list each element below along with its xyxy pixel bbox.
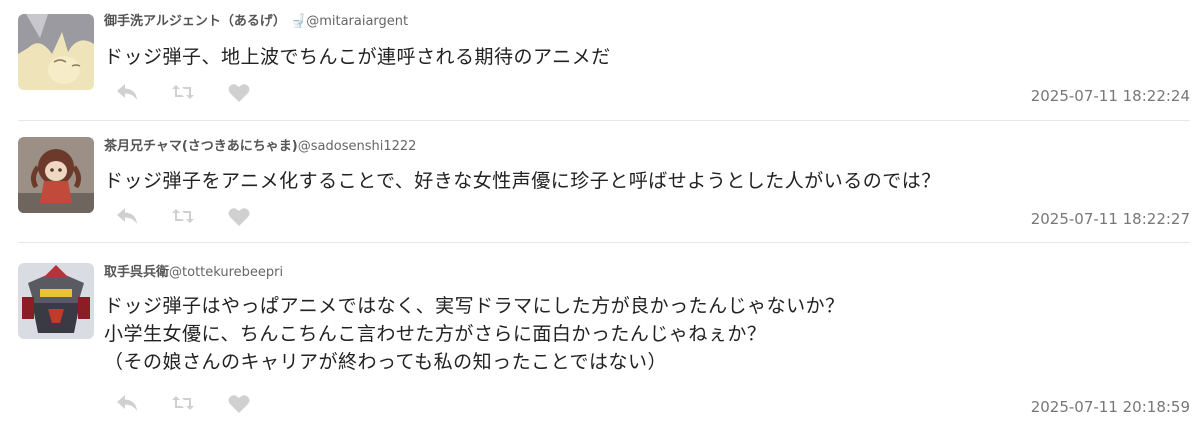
author-line: 御手洗アルジェント（あるげ） 🚽@mitaraiargent [104,10,408,29]
retweet-button[interactable] [172,84,228,100]
tweet-text-line: ドッジ弾子はやっぱアニメではなく、実写ドラマにした方が良かったんじゃないか？ [104,295,845,317]
timestamp[interactable]: 2025-07-11 18:22:27 [1031,210,1190,228]
reply-icon [117,395,137,411]
reply-icon [117,208,137,224]
tweet-item: 茶月兄チャマ(さつきあにちゃま)@sadosenshi1222 ドッジ弾子をアニ… [0,121,1200,243]
tweet-text: ドッジ弾子、地上波でちんこが連呼される期待のアニメだ [104,43,611,71]
reply-button[interactable] [116,83,172,101]
handle[interactable]: @sadosenshi1222 [298,139,417,154]
retweet-icon [172,209,194,223]
tweet-actions [116,392,284,414]
tweet-text: ドッジ弾子をアニメ化することで、好きな女性声優に珍子と呼ばせようとした人がいるの… [104,167,941,195]
tweet-text-line: ドッジ弾子、地上波でちんこが連呼される期待のアニメだ [104,46,611,68]
toilet-emoji: 🚽 [290,14,307,29]
timestamp[interactable]: 2025-07-11 18:22:24 [1031,87,1190,105]
reply-button[interactable] [116,394,172,412]
tweet-text-line: 小学生女優に、ちんこちんこ言わせた方がさらに面白かったんじゃねぇか？ [104,323,767,345]
tweet-actions [116,205,284,227]
tweet-text-line: ドッジ弾子をアニメ化することで、好きな女性声優に珍子と呼ばせようとした人がいるの… [104,170,941,192]
display-name[interactable]: 取手呉兵衛 [104,265,169,280]
author-line: 茶月兄チャマ(さつきあにちゃま)@sadosenshi1222 [104,135,416,154]
reply-icon [117,84,137,100]
tweet-actions [116,81,284,103]
retweet-button[interactable] [172,395,228,411]
author-line: 取手呉兵衛@tottekurebeepri [104,261,283,280]
retweet-button[interactable] [172,208,228,224]
avatar[interactable] [18,14,94,90]
display-name[interactable]: 御手洗アルジェント（あるげ） [104,14,286,29]
reply-button[interactable] [116,207,172,225]
tweet-item: 取手呉兵衛@tottekurebeepri ドッジ弾子はやっぱアニメではなく、実… [0,243,1200,427]
like-icon [228,207,250,226]
avatar[interactable] [18,263,94,339]
like-button[interactable] [228,394,284,413]
like-button[interactable] [228,207,284,226]
handle[interactable]: @mitaraiargent [306,14,408,29]
tweet-text-line: （その娘さんのキャリアが終わっても私の知ったことではない） [104,351,668,373]
tweet-item: 御手洗アルジェント（あるげ） 🚽@mitaraiargent ドッジ弾子、地上波… [0,0,1200,121]
avatar[interactable] [18,137,94,213]
like-icon [228,394,250,413]
tweet-text: ドッジ弾子はやっぱアニメではなく、実写ドラマにした方が良かったんじゃないか？ 小… [104,292,845,376]
like-icon [228,83,250,102]
retweet-icon [172,396,194,410]
display-name[interactable]: 茶月兄チャマ(さつきあにちゃま) [104,139,298,154]
handle[interactable]: @tottekurebeepri [169,265,283,280]
timestamp[interactable]: 2025-07-11 20:18:59 [1031,398,1190,416]
like-button[interactable] [228,83,284,102]
retweet-icon [172,85,194,99]
